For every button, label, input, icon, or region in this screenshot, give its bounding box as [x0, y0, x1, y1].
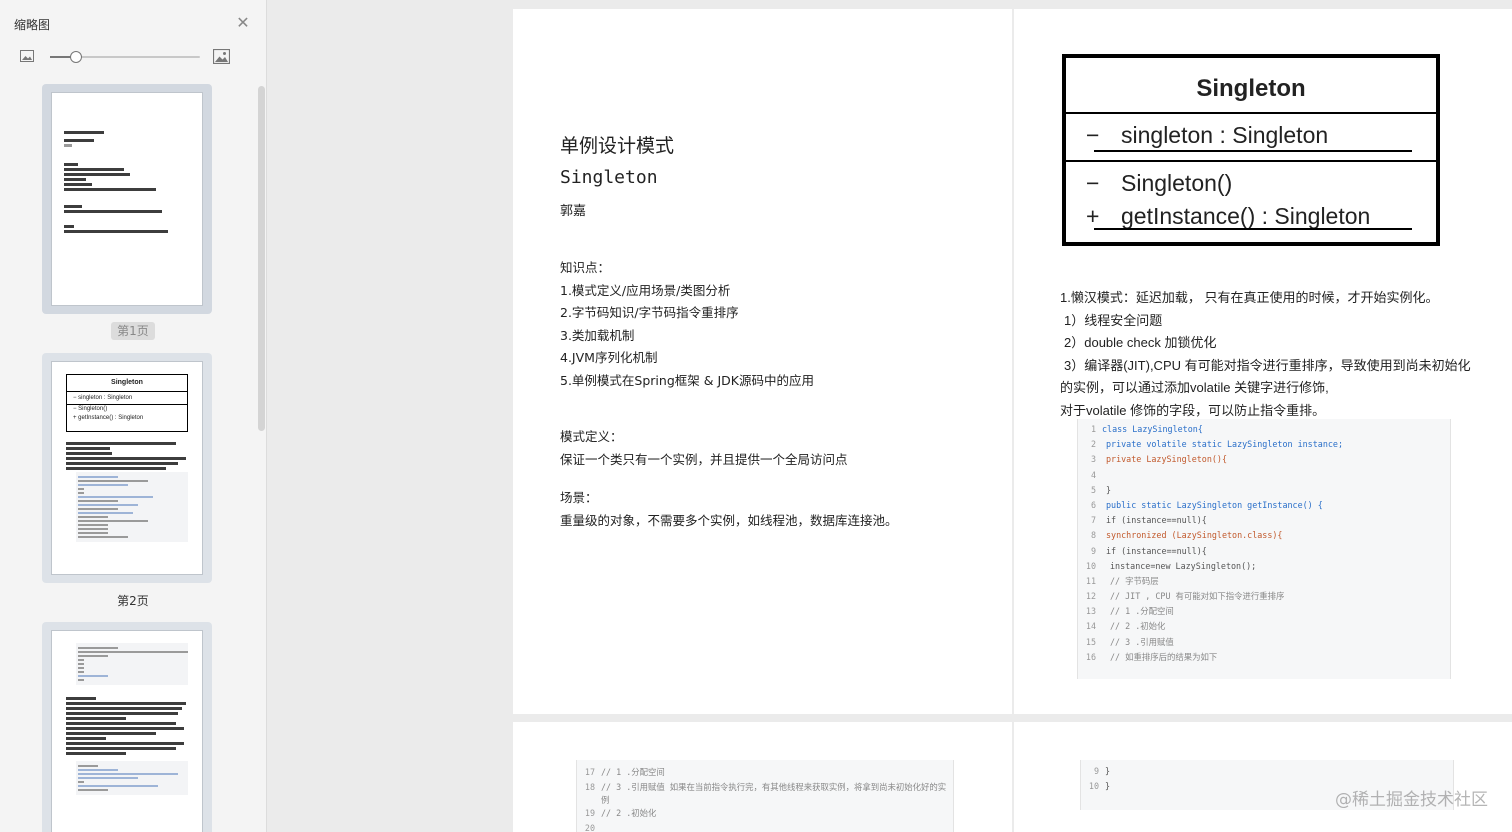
section-heading: 模式定义：	[560, 429, 623, 444]
thumbnail-sidebar: 缩略图 ✕ 第1页 Singleton − singleton: Single…	[0, 0, 267, 832]
code-line: 11// 字节码层	[1085, 575, 1159, 586]
code-line: 20	[584, 823, 595, 832]
code-line: 19// 2 .初始化	[584, 808, 657, 818]
code-line: 8 synchronized (LazySingleton.class){	[1090, 530, 1283, 541]
body-text: 1.懒汉模式：延迟加载， 只有在真正使用的时候，才开始实例化。 1）线程安全问题…	[1060, 287, 1500, 422]
code-line: 4	[1090, 469, 1096, 480]
thumbnail-label: 第2页	[117, 594, 149, 608]
code-line: 5}	[1090, 484, 1112, 495]
thumbnail-preview	[51, 630, 203, 832]
code-line: 12// JIT , CPU 有可能对如下指令进行重排序	[1085, 591, 1285, 602]
code-line: 2 private volatile static LazySingleton i…	[1090, 439, 1343, 450]
code-line: 13// 1 .分配空间	[1085, 606, 1174, 617]
image-small-icon[interactable]	[20, 50, 34, 62]
underline	[1094, 228, 1412, 230]
code-line: 9 if (instance==null){	[1090, 545, 1207, 556]
document-viewer: 单例设计模式 Singleton 郭嘉 知识点： 1.模式定义/应用场景/类图分…	[268, 0, 1512, 832]
code-line: 1 class LazySingleton{	[1090, 424, 1203, 434]
list-item: 2.字节码知识/字节码指令重排序	[560, 305, 739, 320]
code-line: 15// 3 .引用赋值	[1085, 636, 1174, 647]
list-item: 1）线程安全问题	[1064, 312, 1163, 328]
page-subtitle: Singleton	[560, 167, 658, 188]
paragraph: 的实例，可以通过添加volatile 关键字进行修饰,	[1060, 380, 1329, 395]
author: 郭嘉	[560, 204, 587, 219]
underline	[1094, 150, 1412, 152]
list-item: 3.类加载机制	[560, 327, 635, 343]
uml-method: getInstance() : Singleton	[1121, 203, 1371, 229]
code-line: 6 public static LazySingleton getInstance…	[1090, 499, 1323, 510]
uml-fields: − singleton : Singleton	[1066, 114, 1436, 162]
document-page-3: 17// 1 .分配空间 18// 3 .引用赋值 如果在当前指令执行完，有其他…	[513, 722, 1012, 832]
list-item: 1.模式定义/应用场景/类图分析	[560, 282, 731, 298]
code-line: 17// 1 .分配空间	[584, 767, 665, 777]
uml-visibility: −	[1086, 170, 1100, 196]
code-line: 14// 2 .初始化	[1085, 621, 1166, 632]
document-page-1: 单例设计模式 Singleton 郭嘉 知识点： 1.模式定义/应用场景/类图分…	[513, 9, 1012, 714]
image-large-icon[interactable]	[213, 49, 230, 64]
uml-visibility: −	[1086, 122, 1100, 148]
zoom-slider-handle[interactable]	[69, 51, 82, 63]
list-item: 5.单例模式在Spring框架 & JDK源码中的应用	[560, 372, 814, 388]
definition-section: 模式定义： 保证一个类只有一个实例，并且提供一个全局访问点	[560, 426, 848, 471]
knowledge-points: 知识点： 1.模式定义/应用场景/类图分析 2.字节码知识/字节码指令重排序 3…	[560, 257, 814, 392]
code-line: 16// 如重排序后的结果为如下	[1085, 651, 1218, 662]
paragraph: 1.懒汉模式：延迟加载， 只有在真正使用的时候，才开始实例化。	[1060, 290, 1439, 305]
code-block: 1 class LazySingleton{ 2 private volatile …	[1077, 419, 1451, 679]
page-title: 单例设计模式	[560, 135, 675, 157]
uml-field: singleton : Singleton	[1121, 122, 1329, 148]
uml-class-diagram: Singleton − singleton : Singleton − Sing…	[1062, 54, 1440, 246]
code-line: 18// 3 .引用赋值 如果在当前指令执行完，有其他线程来获取实例，将拿到尚未…	[584, 782, 947, 805]
document-page-4: 9} 10}	[1014, 722, 1512, 832]
thumbnail-preview	[51, 92, 203, 306]
code-line: 3 private LazySingleton(){	[1090, 454, 1228, 465]
watermark: @稀土掘金技术社区	[1335, 790, 1488, 810]
list-item: 4.JVM序列化机制	[560, 350, 658, 365]
list-item: 2）double check 加锁优化	[1064, 335, 1217, 350]
thumbnail-page-2[interactable]: Singleton − singleton : Singleton − Sing…	[42, 353, 212, 583]
code-block: 17// 1 .分配空间 18// 3 .引用赋值 如果在当前指令执行完，有其他…	[576, 760, 954, 832]
scenario-section: 场景： 重量级的对象，不需要多个实例，如线程池，数据库连接池。	[560, 487, 898, 532]
sidebar-title: 缩略图	[14, 18, 51, 32]
zoom-slider[interactable]	[50, 51, 200, 63]
thumbnail-page-3[interactable]	[42, 622, 212, 832]
code-line: 7 if (instance==null){	[1090, 515, 1207, 526]
section-heading: 场景：	[560, 490, 598, 505]
code-line: 10 instance=new LazySingleton();	[1085, 560, 1257, 571]
thumbnail-label: 第1页	[111, 322, 155, 340]
uml-visibility: +	[1086, 203, 1100, 229]
list-item: 3）编译器(JIT),CPU 有可能对指令进行重排序，导致使用到尚未初始化	[1064, 357, 1471, 373]
document-page-2: Singleton − singleton : Singleton − Sing…	[1014, 9, 1512, 714]
uml-class-name: Singleton	[1066, 58, 1436, 114]
thumbnail-preview: Singleton − singleton : Singleton − Sing…	[51, 361, 203, 575]
thumbnail-page-1[interactable]	[42, 84, 212, 314]
paragraph: 保证一个类只有一个实例，并且提供一个全局访问点	[560, 451, 848, 467]
paragraph: 重量级的对象，不需要多个实例，如线程池，数据库连接池。	[560, 512, 898, 528]
sidebar-scrollbar[interactable]	[258, 86, 265, 431]
uml-method: Singleton()	[1121, 170, 1233, 196]
section-heading: 知识点：	[560, 260, 611, 275]
close-icon[interactable]: ✕	[234, 14, 252, 32]
code-line: 9}	[1093, 766, 1111, 776]
